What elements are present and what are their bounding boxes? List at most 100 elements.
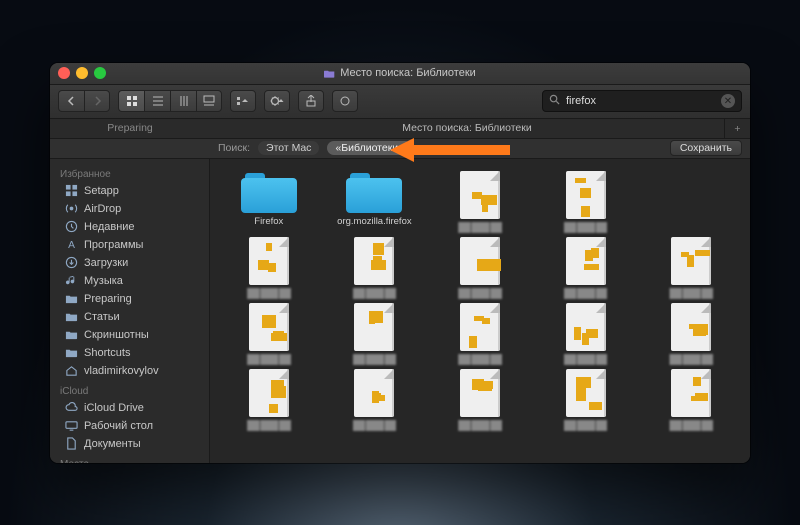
- file-label: ██ ███ ██: [458, 354, 501, 365]
- scope-this-mac[interactable]: Этот Mac: [258, 141, 319, 155]
- sidebar-item-label: Загрузки: [84, 257, 128, 269]
- file-label: org.mozilla.firefox: [337, 216, 411, 227]
- document-icon: [460, 237, 500, 285]
- sidebar-item-label: Музыка: [84, 275, 123, 287]
- document-icon: [460, 369, 500, 417]
- action-button[interactable]: [264, 90, 290, 112]
- sidebar-item-shortcuts[interactable]: Shortcuts: [50, 344, 209, 362]
- sidebar-item-label: Shortcuts: [84, 347, 130, 359]
- sidebar-item-label: AirDrop: [84, 203, 121, 215]
- forward-button[interactable]: [84, 90, 110, 112]
- sidebar-item-label: iCloud Drive: [84, 402, 144, 414]
- file-label: ██ ███ ██: [247, 288, 290, 299]
- file-item[interactable]: [638, 171, 744, 233]
- file-label: ██ ███ ██: [458, 420, 501, 431]
- file-item[interactable]: ██ ███ ██: [216, 369, 322, 431]
- file-label: ██ ███ ██: [458, 222, 501, 233]
- document-icon: [671, 369, 711, 417]
- file-item[interactable]: ██ ███ ██: [427, 171, 533, 233]
- sidebar-item--[interactable]: Статьи: [50, 308, 209, 326]
- titlebar: Место поиска: Библиотеки: [50, 63, 750, 85]
- toolbar: ✕: [50, 85, 750, 119]
- sidebar-item-airdrop[interactable]: AirDrop: [50, 200, 209, 218]
- file-item[interactable]: Firefox: [216, 171, 322, 233]
- svg-text:A: A: [68, 240, 75, 251]
- file-grid[interactable]: Firefoxorg.mozilla.firefox██ ███ ████ ██…: [210, 159, 750, 463]
- sidebar-item--[interactable]: Документы: [50, 435, 209, 453]
- file-item[interactable]: ██ ███ ██: [638, 237, 744, 299]
- action-segment: [264, 90, 290, 112]
- document-icon: [249, 237, 289, 285]
- file-item[interactable]: ██ ███ ██: [533, 369, 639, 431]
- file-item[interactable]: ██ ███ ██: [216, 237, 322, 299]
- sidebar-item--[interactable]: Скриншотны: [50, 326, 209, 344]
- home-icon: [64, 364, 78, 378]
- file-item[interactable]: ██ ███ ██: [322, 369, 428, 431]
- scope-libraries[interactable]: «Библиотеки»: [327, 141, 412, 155]
- file-item[interactable]: ██ ███ ██: [427, 369, 533, 431]
- file-item[interactable]: ██ ███ ██: [216, 303, 322, 365]
- nav-segment: [58, 90, 110, 112]
- file-item[interactable]: ██ ███ ██: [533, 171, 639, 233]
- arrange-button[interactable]: [230, 90, 256, 112]
- download-icon: [64, 256, 78, 270]
- cloud-icon: [64, 401, 78, 415]
- sidebar-item-icloud-drive[interactable]: iCloud Drive: [50, 399, 209, 417]
- document-icon: [249, 303, 289, 351]
- file-item[interactable]: ██ ███ ██: [533, 237, 639, 299]
- add-criteria-button[interactable]: +: [724, 119, 750, 138]
- folder-icon: [346, 171, 402, 213]
- file-label: ██ ███ ██: [564, 354, 607, 365]
- file-item[interactable]: ██ ███ ██: [533, 303, 639, 365]
- sidebar-item--[interactable]: Музыка: [50, 272, 209, 290]
- document-icon: [566, 171, 606, 219]
- sidebar-item-label: Недавние: [84, 221, 135, 233]
- sidebar-item--[interactable]: Рабочий стол: [50, 417, 209, 435]
- sidebar-header: Избранное: [50, 163, 209, 182]
- file-item[interactable]: ██ ███ ██: [322, 237, 428, 299]
- file-item[interactable]: ██ ███ ██: [638, 303, 744, 365]
- search-field[interactable]: ✕: [542, 90, 742, 112]
- tags-button[interactable]: [332, 90, 358, 112]
- sidebar-item--[interactable]: Недавние: [50, 218, 209, 236]
- sidebar-item-preparing[interactable]: Preparing: [50, 290, 209, 308]
- sidebar-item-label: Рабочий стол: [84, 420, 153, 432]
- folder-icon: [64, 310, 78, 324]
- document-icon: [460, 171, 500, 219]
- sidebar-item--[interactable]: Загрузки: [50, 254, 209, 272]
- file-item[interactable]: ██ ███ ██: [638, 369, 744, 431]
- search-input[interactable]: [566, 95, 715, 107]
- sidebar-item-label: Статьи: [84, 311, 120, 323]
- folder-icon: [324, 68, 335, 79]
- scope-label: Поиск:: [218, 142, 250, 154]
- file-item[interactable]: ██ ███ ██: [322, 303, 428, 365]
- document-icon: [354, 237, 394, 285]
- view-segment: [118, 90, 222, 112]
- share-button[interactable]: [298, 90, 324, 112]
- finder-window: Место поиска: Библиотеки ✕: [50, 63, 750, 463]
- save-search-button[interactable]: Сохранить: [670, 140, 742, 156]
- back-button[interactable]: [58, 90, 84, 112]
- sidebar-item-label: Документы: [84, 438, 141, 450]
- desktop-icon: [64, 419, 78, 433]
- file-item[interactable]: ██ ███ ██: [427, 303, 533, 365]
- sidebar-item-setapp[interactable]: Setapp: [50, 182, 209, 200]
- view-list-button[interactable]: [144, 90, 170, 112]
- doc-icon: [64, 437, 78, 451]
- sidebar-item-vladimirkovylov[interactable]: vladimirkovylov: [50, 362, 209, 380]
- view-icon-button[interactable]: [118, 90, 144, 112]
- file-label: ██ ███ ██: [353, 354, 396, 365]
- sidebar-item-label: Setapp: [84, 185, 119, 197]
- file-label: ██ ███ ██: [669, 354, 712, 365]
- sidebar-item--[interactable]: AПрограммы: [50, 236, 209, 254]
- path-center: Место поиска: Библиотеки: [210, 122, 724, 134]
- file-item[interactable]: org.mozilla.firefox: [322, 171, 428, 233]
- sidebar-header: Места: [50, 453, 209, 463]
- sidebar[interactable]: Избранное Setapp AirDrop Недавние AПрограммы…: [50, 159, 210, 463]
- window-title-text: Место поиска: Библиотеки: [340, 67, 476, 79]
- document-icon: [566, 237, 606, 285]
- file-item[interactable]: ██ ███ ██: [427, 237, 533, 299]
- view-gallery-button[interactable]: [196, 90, 222, 112]
- clear-search-icon[interactable]: ✕: [721, 94, 735, 108]
- view-column-button[interactable]: [170, 90, 196, 112]
